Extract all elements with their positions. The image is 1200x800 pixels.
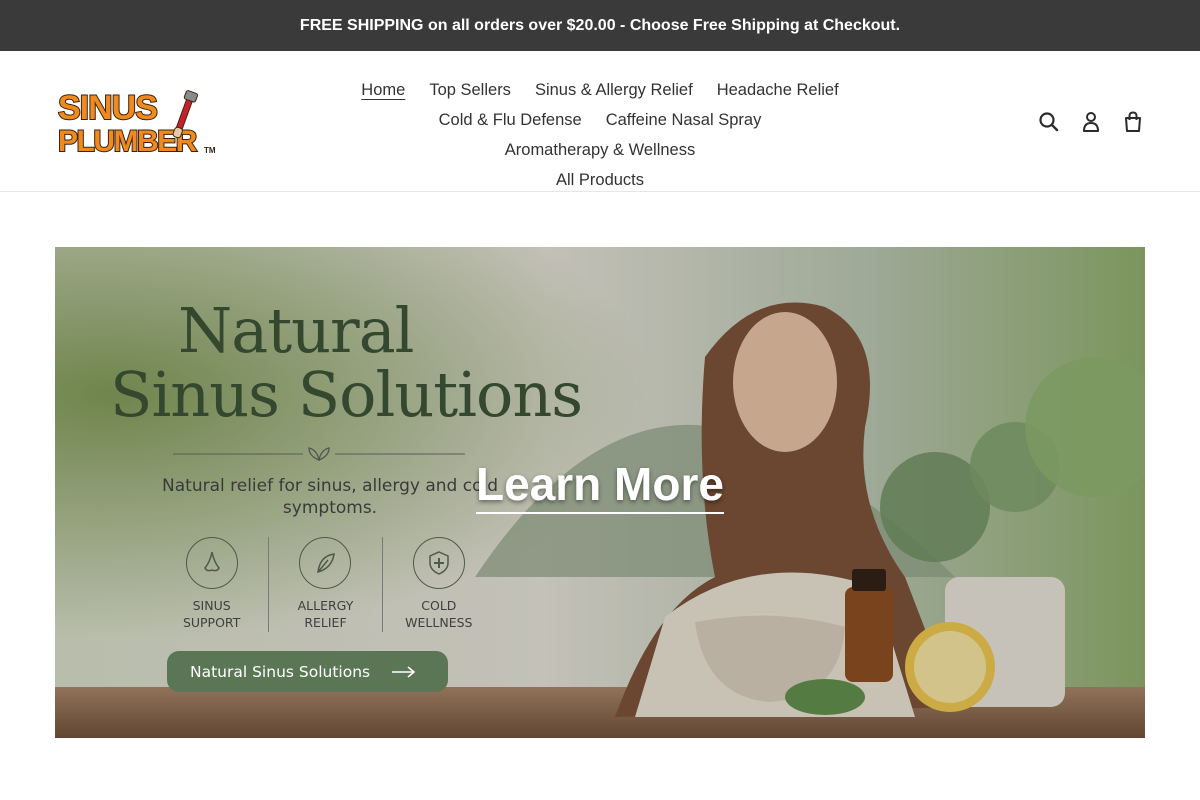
nav-all-products[interactable]: All Products (544, 165, 656, 195)
nav-home[interactable]: Home (349, 75, 417, 105)
search-button[interactable] (1028, 108, 1070, 136)
logo-tm: TM (204, 146, 216, 155)
nav-sinus-allergy-label: Sinus & Allergy Relief (534, 81, 693, 99)
announcement-text: FREE SHIPPING on all orders over $20.00 … (299, 16, 901, 34)
header-icons (1028, 108, 1154, 136)
nav-cold-flu-label: Cold & Flu Defense (438, 111, 582, 129)
cart-button[interactable] (1112, 108, 1154, 136)
cart-icon (1125, 111, 1141, 132)
feature-label: Allergy Relief (297, 598, 354, 630)
arrow-right-icon (392, 665, 416, 678)
hero-title-line2: Sinus Solutions (110, 358, 583, 431)
leaf-icon (299, 537, 352, 589)
logo-line1: SINUS (58, 89, 157, 127)
logo-image: SINUS PLUMBER TM (57, 88, 216, 155)
learn-more-container: Learn More (55, 457, 1145, 514)
nav-caffeine-nasal-spray[interactable]: Caffeine Nasal Spray (594, 105, 774, 135)
nose-icon (185, 537, 238, 589)
nav-aromatherapy-wellness[interactable]: Aromatherapy & Wellness (493, 135, 707, 165)
feature-list: Sinus Support Allergy Relief Cold Wellne… (155, 537, 495, 632)
account-button[interactable] (1070, 108, 1112, 136)
nav-home-label: Home (361, 81, 406, 99)
nav-cold-flu-defense[interactable]: Cold & Flu Defense (427, 105, 594, 135)
shield-plus-icon (412, 537, 465, 589)
hero-title: Natural Sinus Solutions (110, 299, 630, 427)
search-icon (1039, 112, 1059, 132)
nav-aromatherapy-label: Aromatherapy & Wellness (504, 141, 696, 159)
site-header: SINUS PLUMBER TM Home Top Sellers Sinus … (0, 51, 1200, 192)
pill-label: Natural Sinus Solutions (190, 662, 371, 681)
nav-all-products-label: All Products (555, 171, 645, 189)
feature-allergy-relief: Allergy Relief (268, 537, 381, 632)
nav-top-sellers-label: Top Sellers (429, 81, 511, 99)
hero-title-line1: Natural (178, 294, 415, 367)
announcement-bar: FREE SHIPPING on all orders over $20.00 … (0, 0, 1200, 51)
feature-cold-wellness: Cold Wellness (381, 537, 495, 632)
nav-top-sellers[interactable]: Top Sellers (417, 75, 523, 105)
feature-label: Sinus Support (182, 598, 241, 630)
nav-sinus-allergy-relief[interactable]: Sinus & Allergy Relief (523, 75, 705, 105)
nav-caffeine-label: Caffeine Nasal Spray (605, 111, 762, 129)
logo[interactable]: SINUS PLUMBER TM (56, 87, 222, 155)
main-nav: Home Top Sellers Sinus & Allergy Relief … (320, 75, 880, 195)
nav-headache-label: Headache Relief (716, 81, 839, 99)
hero-banner[interactable]: Natural Sinus Solutions Natural relief f… (55, 247, 1145, 738)
learn-more-link[interactable]: Learn More (476, 458, 724, 514)
account-icon (1083, 112, 1099, 132)
feature-label: Cold Wellness (405, 598, 473, 630)
feature-sinus-support: Sinus Support (155, 537, 268, 632)
natural-sinus-solutions-pill: Natural Sinus Solutions (167, 651, 448, 692)
nav-headache-relief[interactable]: Headache Relief (705, 75, 851, 105)
